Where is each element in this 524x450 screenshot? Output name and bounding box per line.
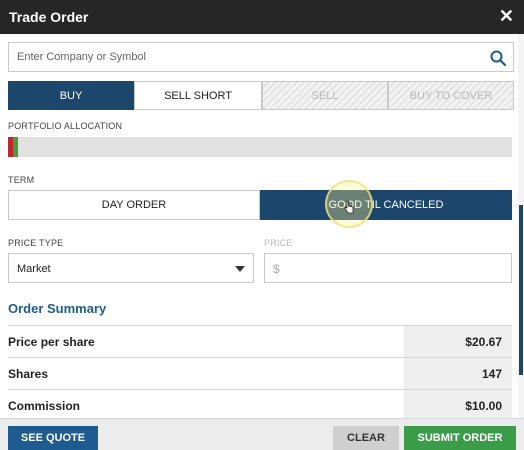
summary-label: Commission (8, 399, 81, 413)
search-placeholder: Enter Company or Symbol (17, 51, 146, 63)
dialog-title: Trade Order (9, 9, 89, 25)
clear-button[interactable]: CLEAR (333, 426, 399, 450)
term-good-til-canceled[interactable]: GOOD TIL CANCELED (260, 190, 512, 220)
submit-order-button[interactable]: SUBMIT ORDER (404, 426, 516, 450)
price-type-select[interactable]: Market (8, 253, 254, 283)
term-label: TERM (8, 175, 35, 185)
price-type-label: PRICE TYPE (8, 238, 64, 248)
summary-value: $10.00 (404, 390, 512, 421)
summary-row-commission: Commission $10.00 (8, 389, 512, 421)
dialog-titlebar: Trade Order ✕ (0, 0, 524, 34)
order-summary-title: Order Summary (8, 301, 107, 316)
tab-sell[interactable]: SELL (262, 81, 388, 110)
summary-row-shares: Shares 147 (8, 357, 512, 389)
see-quote-button[interactable]: SEE QUOTE (8, 426, 98, 450)
action-tabs: BUY SELL SHORT SELL BUY TO COVER (8, 81, 514, 110)
summary-label: Price per share (8, 335, 95, 349)
search-input[interactable]: Enter Company or Symbol (8, 42, 514, 72)
allocation-segment-green (13, 137, 18, 157)
close-icon[interactable]: ✕ (499, 6, 514, 27)
term-day-order[interactable]: DAY ORDER (8, 190, 260, 220)
price-label: PRICE (264, 238, 293, 248)
price-input[interactable]: $ (264, 253, 512, 283)
term-toggle: DAY ORDER GOOD TIL CANCELED (8, 190, 512, 220)
summary-label: Shares (8, 367, 49, 381)
search-icon[interactable] (489, 49, 507, 67)
price-prefix: $ (273, 262, 280, 276)
summary-value: 147 (404, 358, 512, 389)
tab-buy[interactable]: BUY (8, 81, 134, 110)
summary-value: $20.67 (404, 326, 512, 357)
chevron-down-icon (235, 266, 245, 272)
price-type-value: Market (17, 263, 51, 275)
tab-sell-short[interactable]: SELL SHORT (134, 81, 262, 110)
hand-cursor-icon (344, 200, 354, 214)
tab-buy-to-cover[interactable]: BUY TO COVER (388, 81, 514, 110)
scrollbar-thumb[interactable] (519, 205, 523, 375)
portfolio-allocation-bar (8, 137, 512, 157)
summary-row-price-per-share: Price per share $20.67 (8, 325, 512, 357)
portfolio-allocation-label: PORTFOLIO ALLOCATION (8, 121, 123, 131)
